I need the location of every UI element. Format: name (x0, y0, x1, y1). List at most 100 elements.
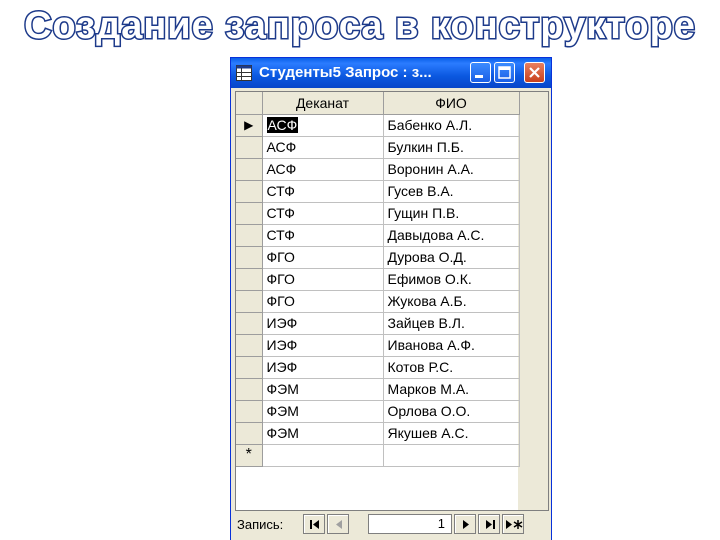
datasheet-icon (236, 65, 252, 81)
cell-dekanat[interactable]: ФГО (262, 246, 384, 269)
table-row[interactable]: ФГО Дурова О.Д. (236, 246, 520, 269)
table-row[interactable]: СТФ Гущин П.В. (236, 202, 520, 225)
cell-text: ФГО (266, 293, 295, 309)
row-selector[interactable] (236, 422, 263, 445)
maximize-button[interactable] (494, 62, 515, 83)
cell-dekanat[interactable]: СТФ (262, 180, 384, 203)
cell-fio[interactable]: Гусев В.А. (383, 180, 520, 203)
new-record-icon (506, 520, 523, 529)
row-selector[interactable]: ▶ (236, 114, 263, 137)
cell-fio[interactable]: Якушев А.С. (383, 422, 520, 445)
table-row[interactable]: ФГО Ефимов О.К. (236, 268, 520, 291)
column-header-fio[interactable]: ФИО (383, 92, 520, 115)
minimize-button[interactable] (470, 62, 491, 83)
minimize-icon (475, 75, 483, 78)
cell-dekanat[interactable]: ФЭМ (262, 422, 384, 445)
cell-dekanat[interactable]: ИЭФ (262, 356, 384, 379)
slide-title-text: Создание запроса в конструкторе (24, 5, 696, 47)
cell-text: СТФ (266, 183, 295, 199)
new-row-cell[interactable] (262, 444, 384, 467)
row-selector[interactable] (236, 268, 263, 291)
cell-dekanat[interactable]: ФГО (262, 290, 384, 313)
previous-record-button[interactable] (327, 514, 349, 534)
table-row[interactable]: ФЭМ Орлова О.О. (236, 400, 520, 423)
cell-text: ИЭФ (266, 337, 298, 353)
cell-fio[interactable]: Гущин П.В. (383, 202, 520, 225)
select-all-corner[interactable] (236, 92, 263, 115)
cell-dekanat[interactable]: ФЭМ (262, 400, 384, 423)
new-record-button[interactable] (502, 514, 524, 534)
table-row[interactable]: ▶ АСФ Бабенко А.Л. (236, 114, 520, 137)
table-row[interactable]: ФЭМ Марков М.А. (236, 378, 520, 401)
new-record-row[interactable]: * (236, 444, 520, 467)
row-selector[interactable] (236, 400, 263, 423)
cell-text: Котов Р.С. (387, 359, 454, 375)
cell-dekanat[interactable]: АСФ (262, 158, 384, 181)
table-row[interactable]: СТФ Гусев В.А. (236, 180, 520, 203)
close-button[interactable] (524, 62, 545, 83)
cell-fio[interactable]: Марков М.А. (383, 378, 520, 401)
next-record-button[interactable] (454, 514, 476, 534)
table-row[interactable]: ИЭФ Котов Р.С. (236, 356, 520, 379)
cell-fio[interactable]: Орлова О.О. (383, 400, 520, 423)
table-row[interactable]: АСФ Воронин А.А. (236, 158, 520, 181)
cell-text: ИЭФ (266, 315, 298, 331)
first-record-button[interactable] (303, 514, 325, 534)
cell-fio[interactable]: Котов Р.С. (383, 356, 520, 379)
table-row[interactable]: ИЭФ Иванова А.Ф. (236, 334, 520, 357)
row-selector[interactable] (236, 356, 263, 379)
cell-fio[interactable]: Жукова А.Б. (383, 290, 520, 313)
window-title: Студенты5 Запрос : з... (259, 64, 432, 81)
window-titlebar[interactable]: Студенты5 Запрос : з... (231, 58, 551, 88)
next-record-icon (463, 520, 469, 529)
cell-text: ФГО (266, 271, 295, 287)
cell-dekanat[interactable]: ИЭФ (262, 334, 384, 357)
row-selector[interactable] (236, 158, 263, 181)
cell-fio[interactable]: Бабенко А.Л. (383, 114, 520, 137)
last-record-button[interactable] (478, 514, 500, 534)
first-record-icon (310, 520, 319, 529)
cell-text: ФГО (266, 249, 295, 265)
table-row[interactable]: ФЭМ Якушев А.С. (236, 422, 520, 445)
grid-empty-area (518, 92, 548, 510)
cell-text: АСФ (266, 117, 299, 133)
cell-fio[interactable]: Давыдова А.С. (383, 224, 520, 247)
row-selector[interactable] (236, 290, 263, 313)
cell-fio[interactable]: Воронин А.А. (383, 158, 520, 181)
row-selector[interactable] (236, 246, 263, 269)
current-record-field[interactable]: 1 (368, 514, 452, 534)
row-selector[interactable] (236, 136, 263, 159)
cell-fio[interactable]: Дурова О.Д. (383, 246, 520, 269)
cell-fio[interactable]: Булкин П.Б. (383, 136, 520, 159)
cell-text: АСФ (266, 161, 297, 177)
row-selector[interactable] (236, 334, 263, 357)
table-row[interactable]: СТФ Давыдова А.С. (236, 224, 520, 247)
cell-dekanat[interactable]: ФГО (262, 268, 384, 291)
column-header-dekanat[interactable]: Деканат (262, 92, 384, 115)
row-selector[interactable] (236, 202, 263, 225)
row-selector[interactable] (236, 180, 263, 203)
new-row-selector[interactable]: * (236, 444, 263, 467)
cell-fio[interactable]: Иванова А.Ф. (383, 334, 520, 357)
cell-text: Марков М.А. (387, 381, 470, 397)
new-row-cell[interactable] (383, 444, 520, 467)
table-row[interactable]: ФГО Жукова А.Б. (236, 290, 520, 313)
cell-fio[interactable]: Зайцев В.Л. (383, 312, 520, 335)
row-selector[interactable] (236, 378, 263, 401)
cell-text: ИЭФ (266, 359, 298, 375)
cell-fio[interactable]: Ефимов О.К. (383, 268, 520, 291)
cell-dekanat[interactable]: АСФ (262, 114, 384, 137)
row-selector[interactable] (236, 312, 263, 335)
cell-dekanat[interactable]: ФЭМ (262, 378, 384, 401)
cell-dekanat[interactable]: ИЭФ (262, 312, 384, 335)
cell-dekanat[interactable]: СТФ (262, 202, 384, 225)
table-row[interactable]: ИЭФ Зайцев В.Л. (236, 312, 520, 335)
cell-text: Дурова О.Д. (387, 249, 467, 265)
table-row[interactable]: АСФ Булкин П.Б. (236, 136, 520, 159)
cell-text: Гущин П.В. (387, 205, 460, 221)
row-selector[interactable] (236, 224, 263, 247)
cell-text: Бабенко А.Л. (387, 117, 473, 133)
cell-dekanat[interactable]: СТФ (262, 224, 384, 247)
cell-dekanat[interactable]: АСФ (262, 136, 384, 159)
cell-text: ФЭМ (266, 425, 299, 441)
